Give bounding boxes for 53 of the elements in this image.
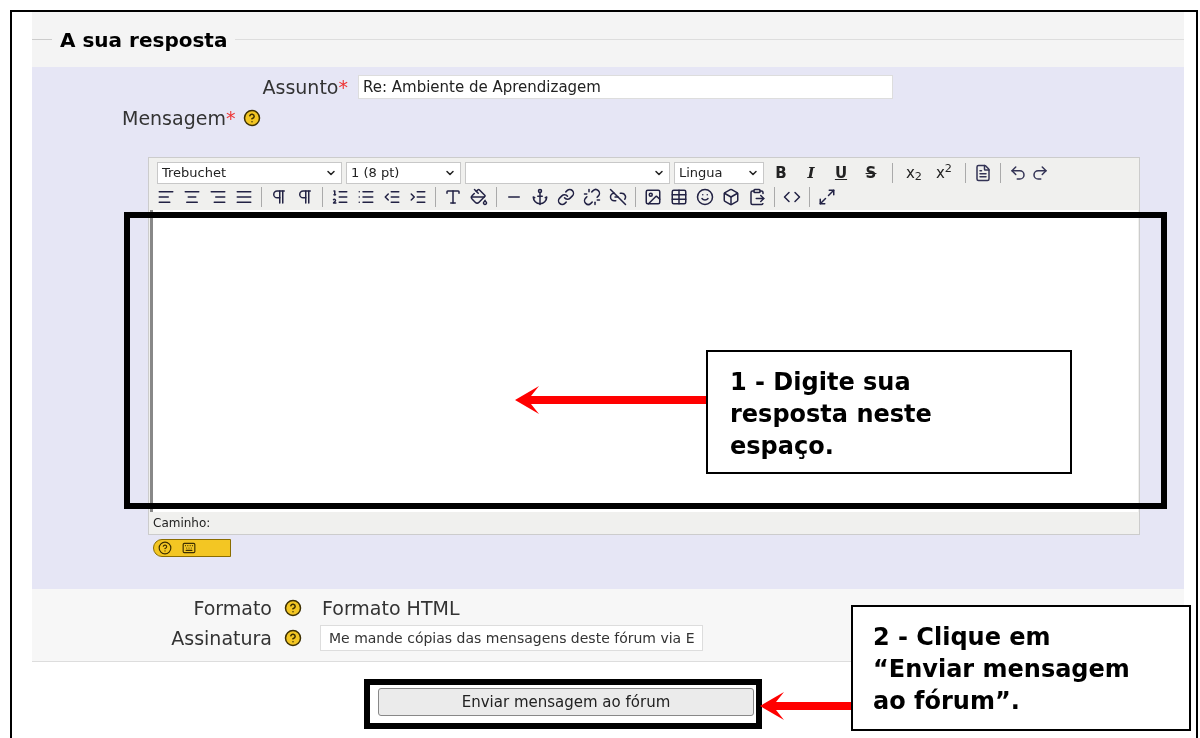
signature-label: Assinatura (171, 625, 272, 651)
align-center-icon[interactable] (183, 188, 201, 206)
required-mark: * (225, 106, 236, 129)
redo-icon[interactable] (1031, 163, 1049, 182)
format-button[interactable]: U (828, 161, 854, 184)
help-icon[interactable] (243, 109, 262, 127)
align-left-icon[interactable] (157, 188, 175, 206)
unlink-icon[interactable] (583, 188, 601, 206)
toolbar-dropdown[interactable]: 1 (8 pt) (346, 161, 461, 184)
format-value: Formato HTML (322, 595, 460, 621)
keyboard-help-button[interactable] (153, 539, 231, 557)
required-mark: * (338, 75, 348, 98)
table-icon[interactable] (670, 188, 688, 206)
format-button[interactable]: x$_{2}$ (901, 161, 927, 184)
paste-icon[interactable] (748, 188, 766, 206)
link-icon[interactable] (557, 188, 575, 206)
signature-dropdown[interactable]: Me mande cópias das mensagens deste fórum via E (320, 625, 704, 651)
document-icon[interactable] (974, 163, 992, 182)
pilcrow-icon[interactable] (270, 188, 288, 206)
fullscreen-icon[interactable] (818, 188, 836, 206)
help-icon[interactable] (284, 599, 302, 617)
subject-field[interactable]: Re: Ambiente de Aprendizagem (358, 75, 893, 99)
anchor-icon[interactable] (531, 188, 549, 206)
help-icon (158, 541, 172, 555)
undo-icon[interactable] (1009, 163, 1027, 182)
cube-icon[interactable] (722, 188, 740, 206)
format-label: Formato (193, 595, 272, 621)
format-button[interactable]: x$^{2}$ (931, 161, 957, 184)
align-right-icon[interactable] (209, 188, 227, 206)
format-button[interactable]: S (858, 161, 884, 184)
format-button[interactable]: B (768, 161, 794, 184)
image-icon[interactable] (644, 188, 662, 206)
toolbar-dropdown[interactable]: Lingua (674, 161, 764, 184)
submit-button[interactable]: Enviar mensagem ao fórum (378, 688, 754, 716)
text-color-icon[interactable] (444, 188, 462, 206)
subject-label: Assunto (262, 75, 339, 98)
paint-bucket-icon[interactable] (470, 188, 488, 206)
format-button[interactable]: I (798, 161, 824, 184)
pilcrow-icon[interactable] (296, 188, 314, 206)
no-link-icon[interactable] (609, 188, 627, 206)
callout-text: 1 - Digite sua resposta neste espaço. (730, 367, 933, 462)
outdent-icon[interactable] (383, 188, 401, 206)
message-label: Mensagem (122, 106, 226, 129)
toolbar-dropdown[interactable]: Trebuchet (157, 161, 342, 184)
callout-text: 2 - Clique em “Enviar mensagem ao fórum”. (873, 622, 1131, 717)
help-icon[interactable] (284, 629, 302, 647)
indent-icon[interactable] (409, 188, 427, 206)
bullet-list-icon[interactable] (357, 188, 375, 206)
path-label: Caminho: (153, 515, 211, 532)
smiley-icon[interactable] (696, 188, 714, 206)
align-justify-icon[interactable] (235, 188, 253, 206)
numbered-list-icon[interactable] (331, 188, 349, 206)
section-title: A sua resposta (59, 26, 229, 54)
